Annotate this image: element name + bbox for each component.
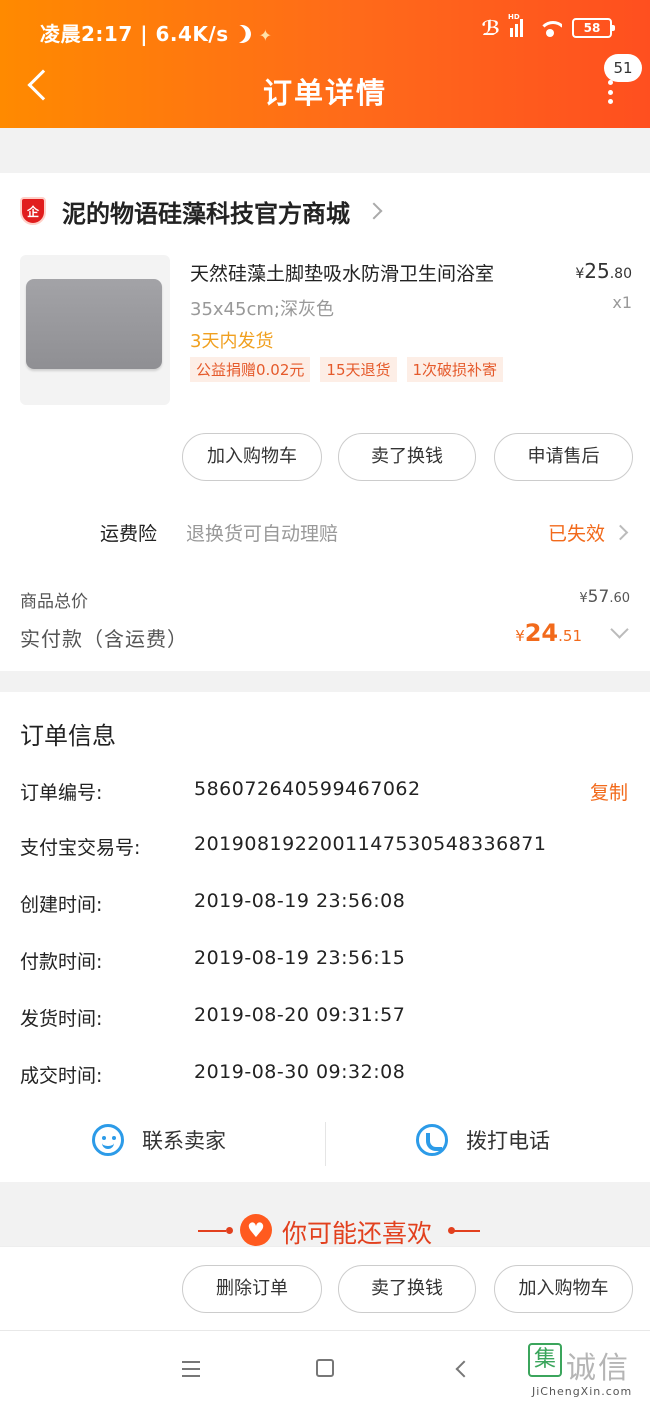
info-value: 2019-08-19 23:56:15: [194, 947, 406, 969]
contact-seller-label: 联系卖家: [142, 1129, 226, 1153]
app-header: 凌晨2:17 | 6.4K/s ✦ ℬ HD 58 订单详情 51: [0, 0, 650, 128]
shipping-note: 3天内发货: [190, 331, 274, 352]
order-item-card: 企 泥的物语硅藻科技官方商城 天然硅藻土脚垫吸水防滑卫生间浴室 ¥25.80 3…: [0, 173, 650, 671]
info-label: 付款时间:: [20, 951, 103, 973]
home-icon[interactable]: [316, 1359, 334, 1377]
menu-icon[interactable]: [182, 1361, 200, 1377]
info-row-order-number: 订单编号: 586072640599467062 复制: [0, 778, 650, 808]
watermark-subtext: JiChengXin.com: [532, 1385, 633, 1398]
page-title: 订单详情: [262, 76, 387, 110]
contact-divider: [325, 1122, 326, 1166]
status-icons: ℬ HD 58: [481, 13, 615, 40]
tag-damage: 1次破损补寄: [406, 357, 504, 382]
hd-label: HD: [508, 13, 520, 21]
info-value: 2019-08-20 09:31:57: [194, 1004, 406, 1026]
product-quantity: x1: [612, 293, 632, 312]
paid-amount-value: ¥24.51: [515, 619, 582, 647]
store-name: 泥的物语硅藻科技官方商城: [62, 199, 350, 228]
delete-order-button[interactable]: 删除订单: [182, 1265, 322, 1313]
notification-bird-icon: ✦: [258, 26, 273, 45]
info-row-shipped-time: 发货时间: 2019-08-20 09:31:57: [0, 1004, 650, 1034]
info-label: 支付宝交易号:: [20, 837, 141, 859]
product-photo-mat: [26, 279, 162, 369]
message-count-badge[interactable]: 51: [604, 54, 642, 82]
recommend-title: 你可能还喜欢: [282, 1219, 433, 1248]
info-label: 订单编号:: [20, 782, 103, 804]
info-label: 创建时间:: [20, 894, 103, 916]
chevron-right-icon: [612, 524, 629, 541]
call-phone-label: 拨打电话: [466, 1129, 550, 1153]
goods-total-label: 商品总价: [20, 592, 88, 612]
chevron-right-icon: [365, 202, 383, 220]
moon-icon: [230, 22, 253, 45]
recommend-header: 你可能还喜欢: [0, 1200, 650, 1250]
product-title[interactable]: 天然硅藻土脚垫吸水防滑卫生间浴室: [190, 259, 550, 286]
info-label: 成交时间:: [20, 1065, 103, 1087]
store-link[interactable]: 企 泥的物语硅藻科技官方商城: [20, 193, 383, 229]
product-sku: 35x45cm;深灰色: [190, 299, 334, 320]
paid-amount-label: 实付款（含运费）: [20, 627, 188, 651]
battery-icon: 58: [572, 18, 615, 38]
status-time-text: 凌晨2:17 | 6.4K/s: [40, 22, 229, 46]
decor-dot: [226, 1227, 233, 1234]
copy-order-number-button[interactable]: 复制: [590, 778, 628, 805]
goods-total-value: ¥57.60: [579, 587, 630, 607]
info-row-completed-time: 成交时间: 2019-08-30 09:32:08: [0, 1061, 650, 1091]
product-image[interactable]: [20, 255, 170, 405]
chevron-down-icon[interactable]: [610, 620, 629, 639]
info-value: 586072640599467062: [194, 778, 421, 800]
call-phone-button[interactable]: 拨打电话: [416, 1124, 550, 1156]
add-to-cart-button[interactable]: 加入购物车: [494, 1265, 633, 1313]
product-price: ¥25.80: [575, 259, 632, 283]
bottom-action-bar: 删除订单 卖了换钱 加入购物车: [0, 1246, 650, 1330]
wifi-icon: [538, 19, 562, 37]
info-row-alipay-trade-number: 支付宝交易号: 2019081922001147530548336871: [0, 833, 650, 863]
sell-for-cash-button[interactable]: 卖了换钱: [338, 433, 476, 481]
info-row-created-time: 创建时间: 2019-08-19 23:56:08: [0, 890, 650, 920]
phone-icon: [416, 1124, 448, 1156]
more-icon[interactable]: [608, 80, 614, 104]
info-label: 发货时间:: [20, 1008, 103, 1030]
tag-return: 15天退货: [320, 357, 397, 382]
store-badge-icon: 企: [20, 197, 46, 225]
system-nav-bar: 集 诚信 JiChengXin.com: [0, 1330, 650, 1408]
info-value: 2019081922001147530548336871: [194, 833, 547, 855]
status-bar: 凌晨2:17 | 6.4K/s ✦ ℬ HD 58: [0, 0, 650, 60]
heart-icon: [240, 1214, 272, 1246]
sell-for-cash-button[interactable]: 卖了换钱: [338, 1265, 476, 1313]
info-row-paid-time: 付款时间: 2019-08-19 23:56:15: [0, 947, 650, 977]
decor-line: [198, 1230, 226, 1232]
watermark: 集 诚信 JiChengXin.com: [522, 1331, 642, 1407]
after-sale-button[interactable]: 申请售后: [494, 433, 633, 481]
info-value: 2019-08-30 09:32:08: [194, 1061, 406, 1083]
insurance-status[interactable]: 已失效: [547, 519, 629, 546]
signal-icon: HD: [508, 13, 528, 37]
nav-back-icon[interactable]: [455, 1360, 473, 1378]
watermark-logo-icon: 集: [528, 1343, 562, 1377]
order-info-title: 订单信息: [20, 722, 116, 750]
add-to-cart-button[interactable]: 加入购物车: [182, 433, 322, 481]
order-info-card: 订单信息 订单编号: 586072640599467062 复制 支付宝交易号:…: [0, 692, 650, 1182]
insurance-description: 退换货可自动理赔: [186, 523, 339, 545]
service-tags: 公益捐赠0.02元 15天退货 1次破损补寄: [190, 357, 504, 382]
decor-line: [452, 1230, 480, 1232]
bluetooth-icon: ℬ: [481, 16, 500, 40]
watermark-text: 诚信: [566, 1351, 630, 1386]
status-time: 凌晨2:17 | 6.4K/s ✦: [40, 18, 273, 47]
tag-charity: 公益捐赠0.02元: [190, 357, 311, 382]
insurance-label: 运费险: [100, 523, 158, 545]
chat-face-icon: [92, 1124, 124, 1156]
insurance-status-text: 已失效: [547, 523, 605, 545]
info-value: 2019-08-19 23:56:08: [194, 890, 406, 912]
contact-seller-button[interactable]: 联系卖家: [92, 1124, 226, 1156]
contact-bar: 联系卖家 拨打电话: [0, 1118, 650, 1168]
